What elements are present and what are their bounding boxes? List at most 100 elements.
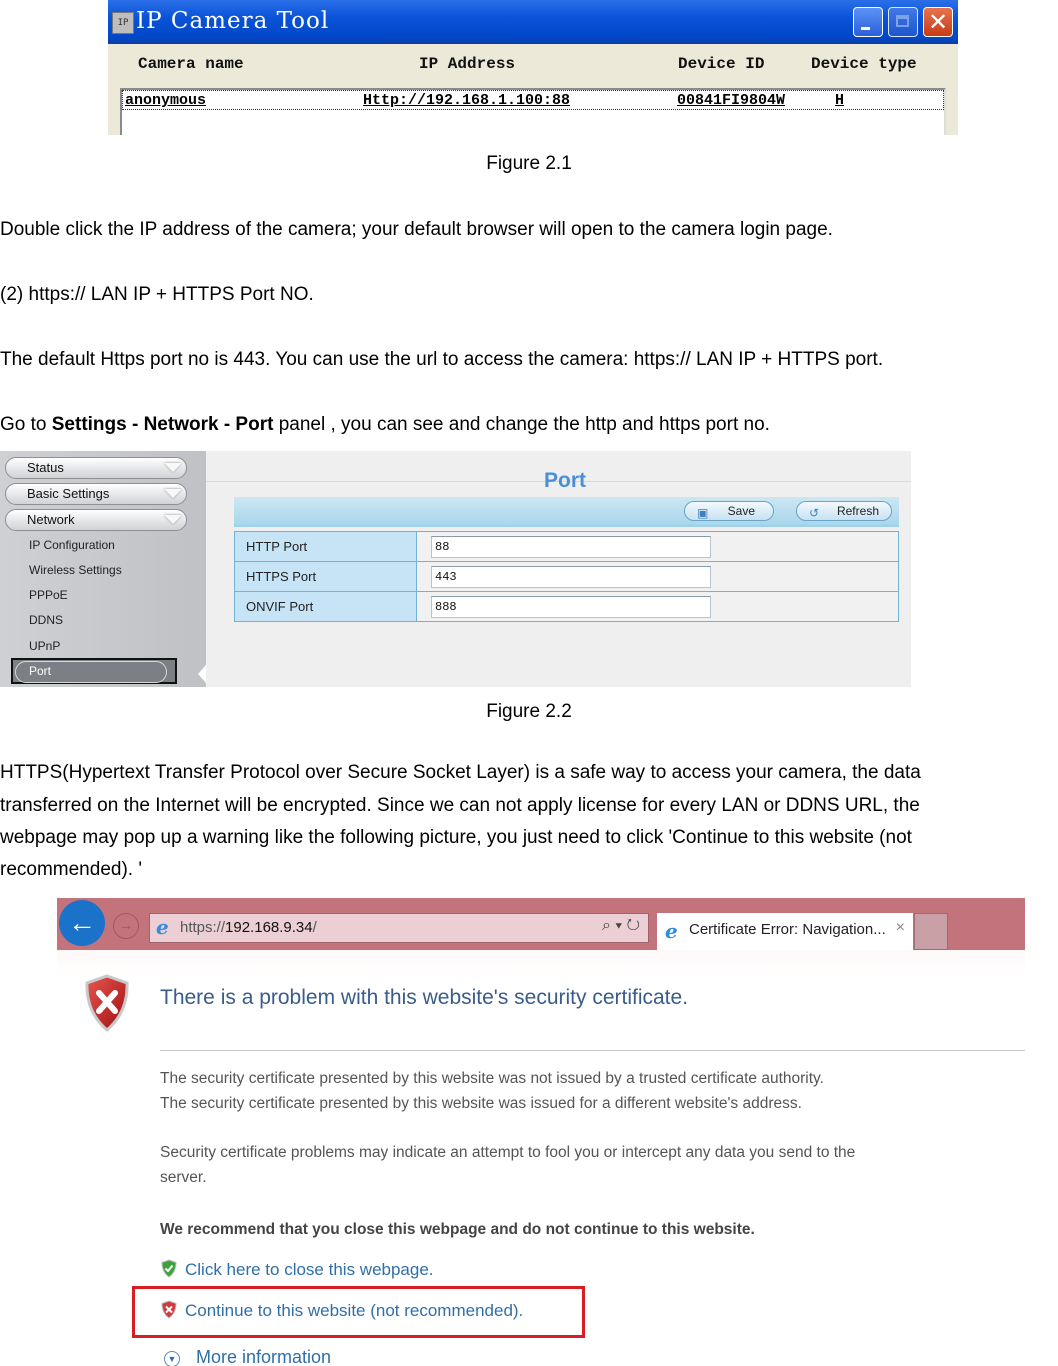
error-title: There is a problem with this website's s…: [160, 986, 689, 1009]
shield-error-icon: [85, 974, 129, 1032]
url-path: /: [312, 919, 317, 936]
forward-button[interactable]: →: [113, 913, 139, 939]
table-row: ONVIF Port: [234, 591, 899, 622]
close-icon: ✕: [927, 8, 949, 36]
paragraph: Go to Settings - Network - Port panel , …: [0, 414, 770, 436]
column-header-device-id[interactable]: Device ID: [678, 55, 764, 73]
toolbar: ▣ Save ↺ Refresh: [234, 497, 899, 527]
chevron-down-icon: [164, 489, 182, 498]
save-icon: ▣: [697, 506, 709, 520]
chevron-down-icon: [164, 463, 182, 472]
detail-text: The security certificate presented by th…: [160, 1095, 802, 1112]
camera-tool-icon: IP: [112, 12, 134, 34]
ip-address-cell[interactable]: Http://192.168.1.100:88: [363, 92, 570, 109]
camera-row[interactable]: anonymous Http://192.168.1.100:88 00841F…: [122, 90, 944, 110]
paragraph: (2) https:// LAN IP + HTTPS Port NO.: [0, 284, 314, 305]
paragraph-line: webpage may pop up a warning like the fo…: [0, 827, 912, 848]
paragraph-text: Go to: [0, 414, 52, 435]
settings-path: Settings - Network - Port: [51, 414, 274, 435]
http-port-input[interactable]: [431, 535, 711, 558]
window-titlebar[interactable]: IP IP Camera Tool ✕: [108, 0, 958, 44]
table-row: HTTPS Port: [234, 561, 899, 592]
device-type-cell: H: [835, 92, 845, 109]
divider: [160, 1050, 1025, 1051]
sidebar-item-ip-configuration[interactable]: IP Configuration: [29, 538, 115, 552]
search-refresh-controls[interactable]: ⌕ ▾ ↻: [602, 917, 640, 935]
save-label: Save: [727, 504, 755, 518]
sidebar-item-label: Port: [29, 664, 52, 678]
minimize-button[interactable]: [853, 7, 883, 37]
expand-icon[interactable]: ▼: [164, 1351, 180, 1366]
tab-title: Certificate Error: Navigation...: [689, 921, 886, 938]
chevron-down-icon: [164, 515, 182, 524]
recommendation-text: We recommend that you close this webpage…: [160, 1221, 755, 1238]
figure-caption: Figure 2.1: [486, 153, 572, 174]
sidebar-item-wireless-settings[interactable]: Wireless Settings: [29, 563, 122, 577]
camera-list[interactable]: anonymous Http://192.168.1.100:88 00841F…: [120, 88, 946, 135]
url-scheme: https://: [180, 919, 226, 936]
refresh-label: Refresh: [836, 504, 879, 518]
new-tab-button[interactable]: [914, 913, 948, 950]
figure-caption: Figure 2.2: [486, 701, 572, 722]
sidebar-item-pppoe[interactable]: PPPoE: [29, 588, 68, 602]
field-label: HTTPS Port: [234, 561, 417, 592]
ie-logo-icon: e: [665, 919, 678, 943]
https-port-input[interactable]: [431, 565, 711, 588]
detail-text: The security certificate presented by th…: [160, 1070, 824, 1087]
window-title: IP Camera Tool: [136, 8, 330, 34]
menu-label: Status: [27, 460, 64, 475]
warning-text: Security certificate problems may indica…: [160, 1144, 856, 1161]
close-webpage-link[interactable]: Click here to close this webpage.: [185, 1260, 434, 1280]
menu-label: Basic Settings: [27, 486, 110, 501]
url-host: 192.168.9.34: [225, 919, 313, 936]
onvif-port-input[interactable]: [431, 595, 711, 618]
url-text[interactable]: https://192.168.9.34/: [180, 919, 317, 936]
column-header-camera-name[interactable]: Camera name: [138, 55, 244, 73]
column-header-device-type[interactable]: Device type: [811, 55, 917, 73]
browser-toolbar: ← → e https://192.168.9.34/ ⌕ ▾ ↻ e Cert…: [57, 898, 1025, 950]
arrow-right-icon: →: [118, 917, 134, 934]
maximize-button[interactable]: [888, 7, 918, 37]
close-button[interactable]: ✕: [923, 7, 953, 37]
save-button[interactable]: ▣ Save: [684, 501, 774, 521]
sidebar-item-ddns[interactable]: DDNS: [29, 613, 63, 627]
refresh-icon: ↺: [809, 506, 820, 520]
shield-check-icon: [161, 1259, 177, 1278]
table-row: HTTP Port: [234, 531, 899, 562]
column-header-ip-address[interactable]: IP Address: [419, 55, 515, 73]
paragraph-line: HTTPS(Hypertext Transfer Protocol over S…: [0, 762, 921, 783]
menu-label: Network: [27, 512, 75, 527]
paragraph-line: transferred on the Internet will be encr…: [0, 795, 920, 816]
close-tab-icon[interactable]: ×: [896, 919, 905, 937]
collapse-sidebar-icon[interactable]: [198, 665, 206, 683]
menu-network[interactable]: Network: [5, 509, 187, 531]
camera-name-cell: anonymous: [125, 92, 207, 109]
paragraph: The default Https port no is 443. You ca…: [0, 349, 884, 370]
back-button[interactable]: ←: [59, 900, 105, 946]
paragraph-line: recommended). ': [0, 859, 142, 880]
field-label: HTTP Port: [234, 531, 417, 562]
certificate-error-screenshot: ← → e https://192.168.9.34/ ⌕ ▾ ↻ e Cert…: [57, 898, 1025, 1366]
shield-error-icon: [161, 1300, 177, 1319]
paragraph-text: panel , you can see and change the http …: [273, 414, 770, 435]
menu-status[interactable]: Status: [5, 457, 187, 479]
paragraph: Double click the IP address of the camer…: [0, 219, 833, 240]
sidebar-item-port[interactable]: Port: [11, 658, 177, 684]
address-bar[interactable]: e https://192.168.9.34/ ⌕ ▾ ↻: [149, 913, 649, 943]
arrow-left-icon: ←: [68, 907, 96, 938]
port-settings-screenshot: Status Basic Settings Network IP Configu…: [0, 451, 911, 687]
continue-to-website-link[interactable]: Continue to this website (not recommende…: [185, 1301, 523, 1321]
warning-text: server.: [160, 1169, 207, 1186]
port-settings-table: HTTP Port HTTPS Port ONVIF Port: [234, 531, 899, 622]
field-label: ONVIF Port: [234, 591, 417, 622]
ie-logo-icon: e: [156, 915, 169, 939]
device-id-cell: 00841FI9804W: [677, 92, 786, 109]
page-title: Port: [544, 469, 586, 492]
refresh-button[interactable]: ↺ Refresh: [796, 501, 892, 521]
more-information-link[interactable]: More information: [196, 1347, 331, 1366]
ip-camera-tool-window: IP IP Camera Tool ✕ Camera name IP Addre…: [108, 0, 958, 135]
menu-basic-settings[interactable]: Basic Settings: [5, 483, 187, 505]
tab-certificate-error[interactable]: e Certificate Error: Navigation... ×: [657, 913, 913, 950]
settings-sidebar: Status Basic Settings Network IP Configu…: [0, 451, 206, 687]
sidebar-item-upnp[interactable]: UPnP: [29, 639, 60, 653]
